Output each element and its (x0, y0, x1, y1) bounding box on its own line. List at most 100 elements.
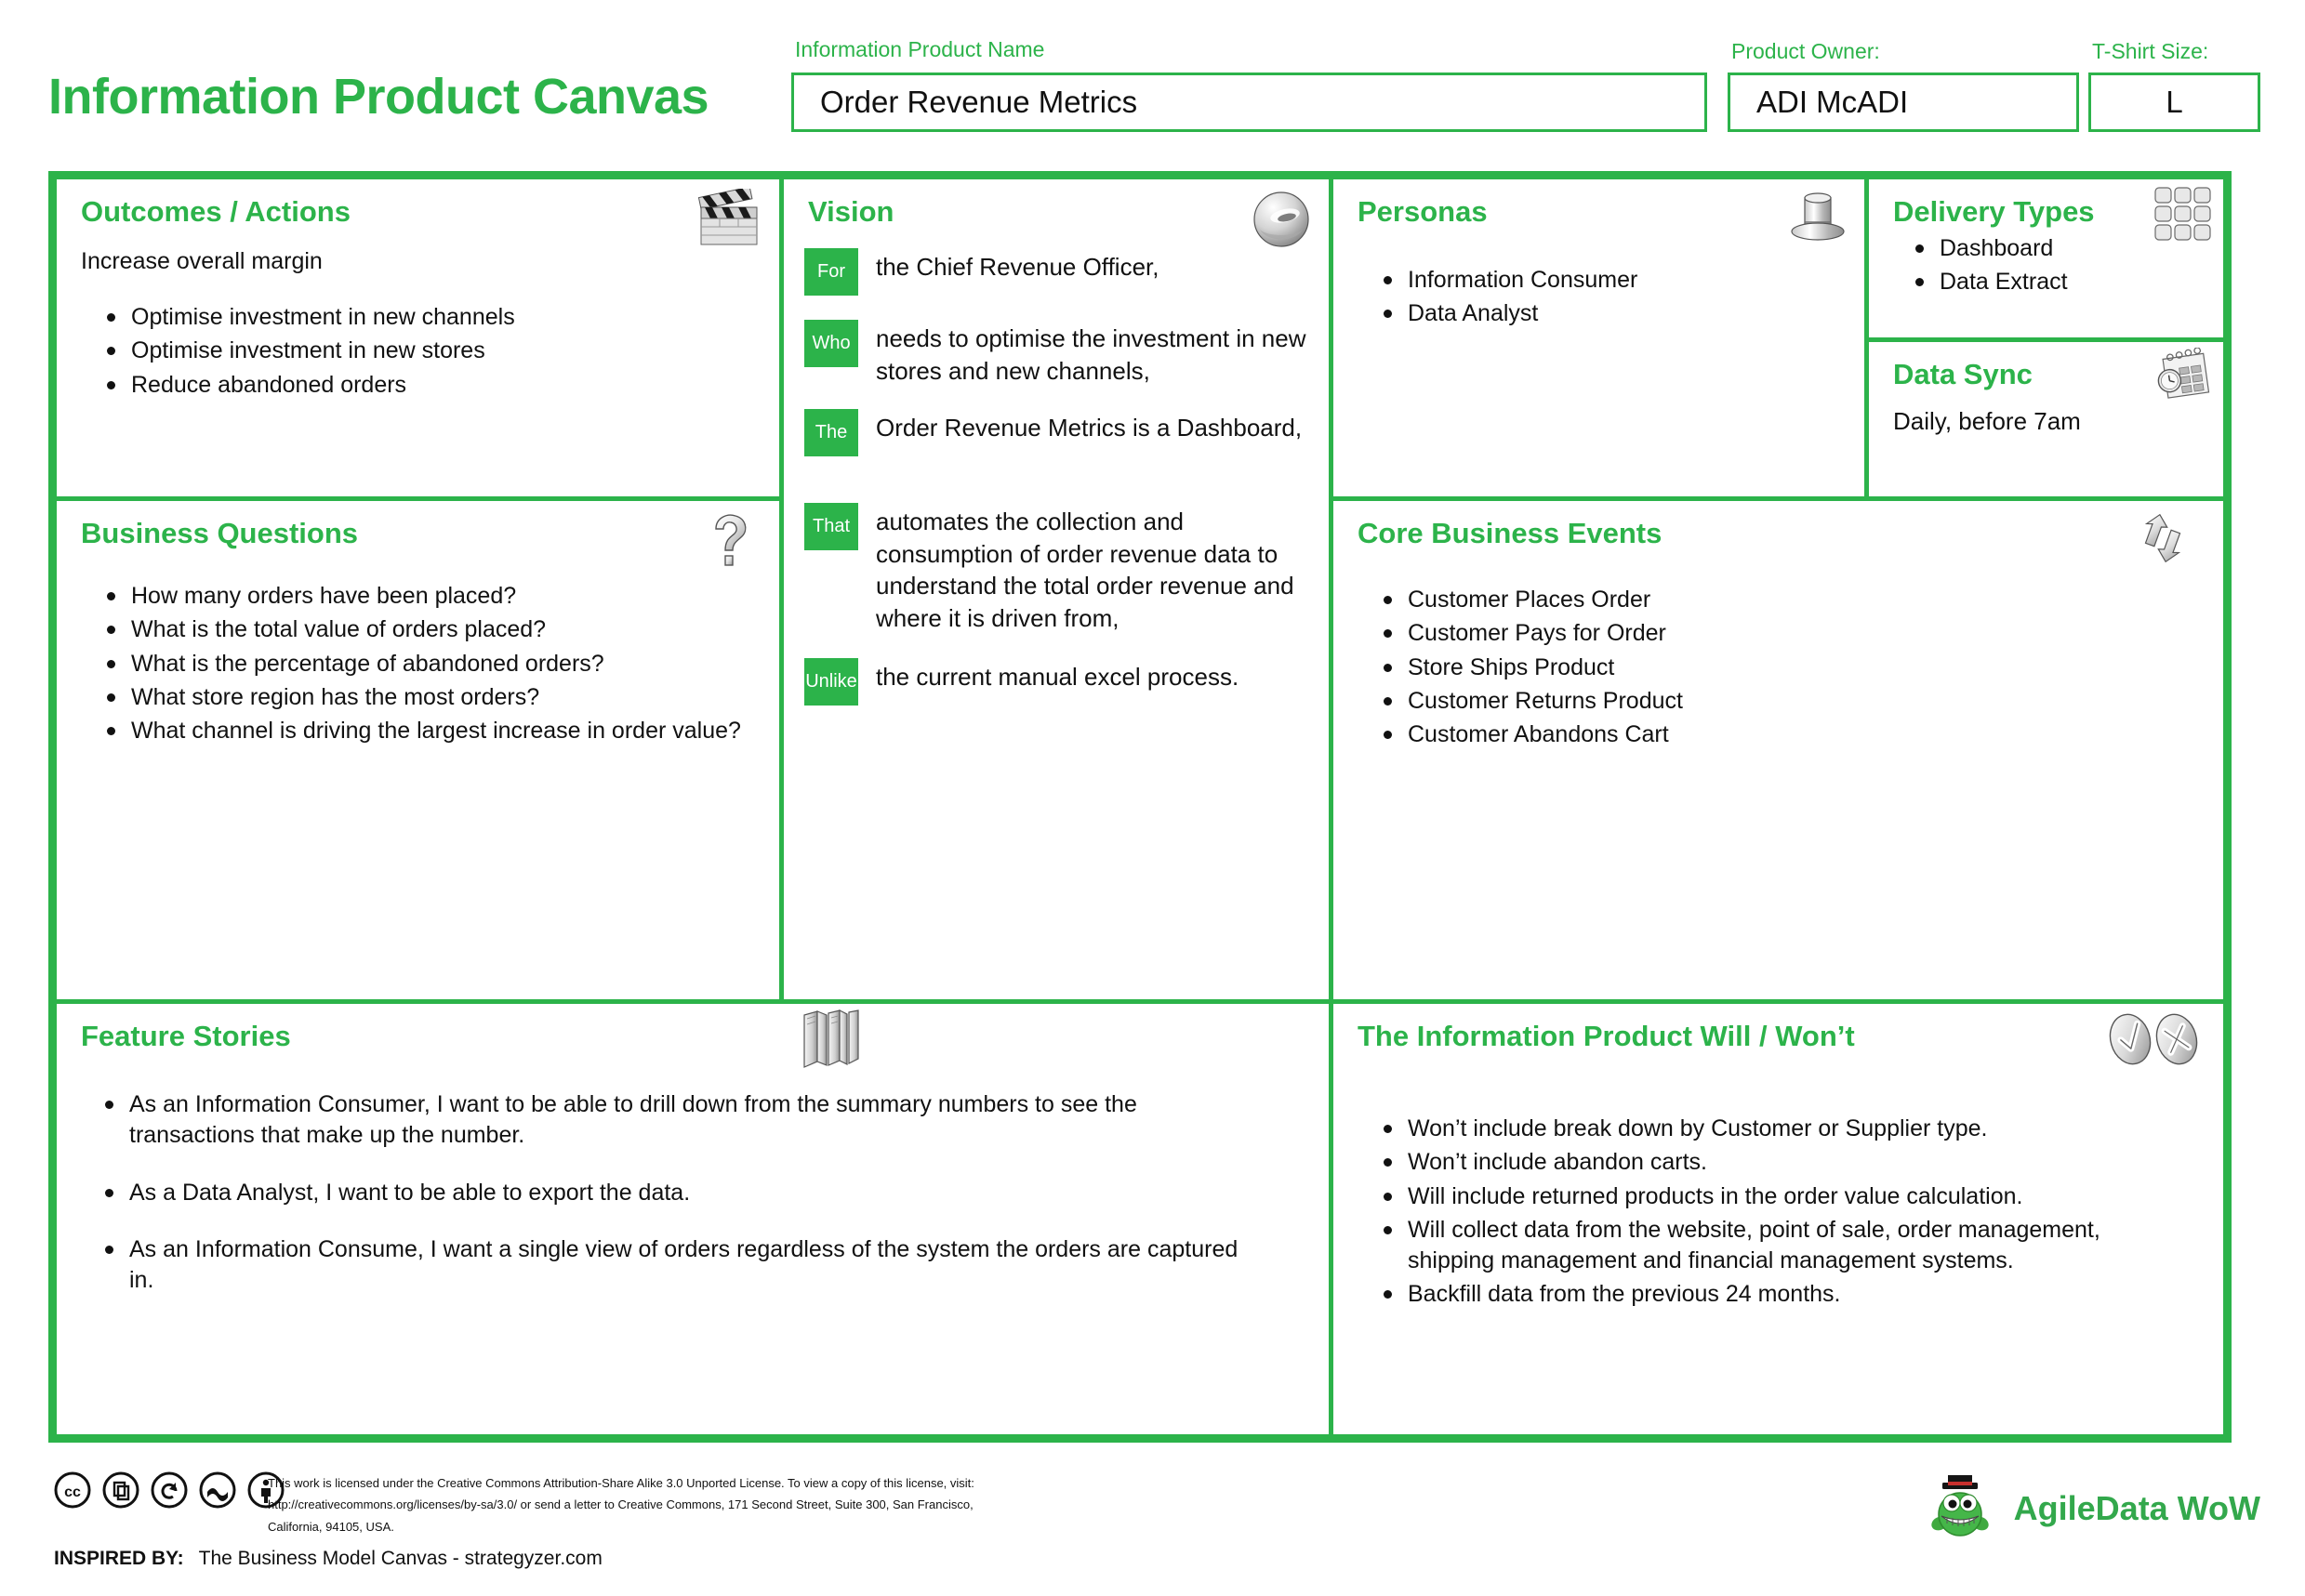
delivery-types-list: Dashboard Data Extract (1910, 233, 2217, 301)
tshirt-size-label: T-Shirt Size: (2092, 39, 2209, 63)
feature-stories-list: As an Information Consumer, I want to be… (99, 1089, 1243, 1322)
list-item: How many orders have been placed? (101, 581, 743, 612)
clapperboard-icon (697, 189, 766, 250)
vision-text: Order Revenue Metrics is a Dashboard, (876, 414, 1303, 442)
vision-row: The Order Revenue Metrics is a Dashboard… (804, 409, 1311, 457)
brand-logo: AgileData WoW (1927, 1475, 2260, 1542)
section-delivery-types[interactable]: Delivery Types Dashboard Data Extract (1869, 179, 2223, 337)
vision-row: Unlike the current manual excel process. (804, 658, 1311, 706)
section-data-sync[interactable]: Data Sync Daily, before 7am (1869, 342, 2223, 496)
product-name-field[interactable]: Order Revenue Metrics (791, 73, 1707, 132)
feature-stories-title: Feature Stories (81, 1020, 291, 1052)
section-will-wont[interactable]: The Information Product Will / Won’t Won… (1333, 1004, 2223, 1434)
section-core-business-events[interactable]: Core Business Events Customer Places Ord… (1333, 501, 2223, 999)
section-business-questions[interactable]: Business Questions How many orders have … (57, 501, 779, 999)
list-item: What is the percentage of abandoned orde… (101, 649, 743, 679)
vision-tag: The (804, 409, 858, 457)
outcomes-lead-text: Increase overall margin (81, 248, 323, 274)
canvas-header: Information Product Canvas Information P… (0, 0, 2305, 167)
cc-sharealike-arrow-icon (151, 1471, 188, 1509)
svg-text:cc: cc (64, 1484, 81, 1500)
vision-title: Vision (808, 195, 894, 228)
question-mark-icon (697, 510, 766, 572)
list-item: Customer Abandons Cart (1378, 719, 2178, 750)
product-name-value: Order Revenue Metrics (820, 85, 1138, 119)
vision-row: For the Chief Revenue Officer, (804, 248, 1311, 296)
business-questions-title: Business Questions (81, 517, 359, 549)
information-product-canvas: Information Product Canvas Information P… (0, 0, 2305, 1596)
list-item: Won’t include break down by Customer or … (1378, 1114, 2178, 1144)
list-item: As a Data Analyst, I want to be able to … (99, 1178, 1243, 1208)
cc-remix-icon (199, 1471, 236, 1509)
tick-cross-coins-icon (2102, 1008, 2206, 1071)
vision-tag: For (804, 248, 858, 296)
list-item: As an Information Consumer, I want to be… (99, 1089, 1243, 1152)
personas-title: Personas (1358, 195, 1488, 228)
vision-statement: For the Chief Revenue Officer, Who needs… (804, 248, 1311, 726)
canvas-grid: Outcomes / Actions Increase overall marg… (48, 171, 2232, 1443)
section-personas[interactable]: Personas Information Consumer Data Analy… (1333, 179, 1864, 496)
vision-row: Who needs to optimise the investment in … (804, 320, 1311, 387)
list-item: Data Analyst (1378, 298, 1861, 329)
vision-tag: That (804, 503, 858, 551)
core-business-events-list: Customer Places Order Customer Pays for … (1378, 585, 2178, 753)
data-sync-value: Daily, before 7am (1893, 407, 2081, 435)
list-item: What store region has the most orders? (101, 682, 743, 713)
product-name-label: Information Product Name (795, 37, 1045, 61)
crystal-ball-icon (1247, 189, 1316, 250)
books-icon (799, 1008, 866, 1073)
data-sync-title: Data Sync (1893, 358, 2033, 390)
vision-row: That automates the collection and consum… (804, 503, 1311, 634)
canvas-footer: cc This work is licensed under the Creat… (0, 1455, 2305, 1596)
inspired-by-value: The Business Model Canvas - strategyzer.… (198, 1548, 603, 1569)
list-item: Customer Returns Product (1378, 686, 2178, 717)
section-feature-stories[interactable]: Feature Stories As an Information Consum… (57, 1004, 1329, 1434)
cc-logo-icon: cc (54, 1471, 91, 1509)
list-item: Information Consumer (1378, 265, 1861, 296)
product-owner-label: Product Owner: (1731, 39, 1880, 63)
license-line-1: This work is licensed under the Creative… (268, 1476, 974, 1490)
vision-text: automates the collection and consumption… (876, 508, 1294, 632)
personas-list: Information Consumer Data Analyst (1378, 265, 1861, 333)
will-wont-list: Won’t include break down by Customer or … (1378, 1114, 2178, 1313)
business-questions-list: How many orders have been placed? What i… (101, 581, 743, 749)
brand-name: AgileData WoW (2013, 1489, 2260, 1527)
product-owner-field[interactable]: ADI McADI (1728, 73, 2079, 132)
tshirt-size-field[interactable]: L (2088, 73, 2260, 132)
vision-tag: Who (804, 320, 858, 367)
list-item: Optimise investment in new stores (101, 336, 752, 366)
list-item: What is the total value of orders placed… (101, 614, 743, 645)
list-item: Won’t include abandon carts. (1378, 1147, 2178, 1178)
list-item: Backfill data from the previous 24 month… (1378, 1279, 2178, 1310)
section-outcomes-actions[interactable]: Outcomes / Actions Increase overall marg… (57, 179, 779, 496)
list-item: Data Extract (1910, 267, 2217, 297)
delivery-types-title: Delivery Types (1893, 195, 2095, 228)
tshirt-size-value: L (2166, 85, 2183, 119)
outcomes-title: Outcomes / Actions (81, 195, 351, 228)
page-title: Information Product Canvas (48, 69, 709, 125)
vision-text: needs to optimise the investment in new … (876, 324, 1306, 385)
cc-share-alike-icon (102, 1471, 139, 1509)
top-hat-icon (1782, 189, 1851, 250)
outcomes-list: Optimise investment in new channels Opti… (101, 302, 752, 403)
list-item: As an Information Consume, I want a sing… (99, 1234, 1243, 1297)
list-item: Will include returned products in the or… (1378, 1181, 2178, 1212)
section-vision[interactable]: Vision For the Chief Revenue Officer, Wh… (784, 179, 1329, 999)
refresh-arrows-icon (2123, 508, 2203, 570)
core-business-events-title: Core Business Events (1358, 517, 1663, 549)
list-item: Will collect data from the website, poin… (1378, 1215, 2178, 1277)
will-wont-title: The Information Product Will / Won’t (1358, 1020, 1855, 1052)
agiledata-mascot-icon (1930, 1475, 1989, 1537)
list-item: Customer Pays for Order (1378, 618, 2178, 649)
list-item: Reduce abandoned orders (101, 370, 752, 401)
list-item: Store Ships Product (1378, 653, 2178, 683)
license-text: This work is licensed under the Creative… (268, 1472, 1002, 1537)
product-owner-value: ADI McADI (1756, 85, 1909, 119)
inspired-by: INSPIRED BY: The Business Model Canvas - … (54, 1548, 603, 1570)
list-item: Dashboard (1910, 233, 2217, 264)
list-item: Optimise investment in new channels (101, 302, 752, 333)
vision-text: the current manual excel process. (876, 663, 1239, 692)
vision-text: the Chief Revenue Officer, (876, 253, 1159, 281)
license-line-2: http://creativecommons.org/licenses/by-s… (268, 1497, 974, 1534)
vision-tag: Unlike (804, 658, 858, 706)
